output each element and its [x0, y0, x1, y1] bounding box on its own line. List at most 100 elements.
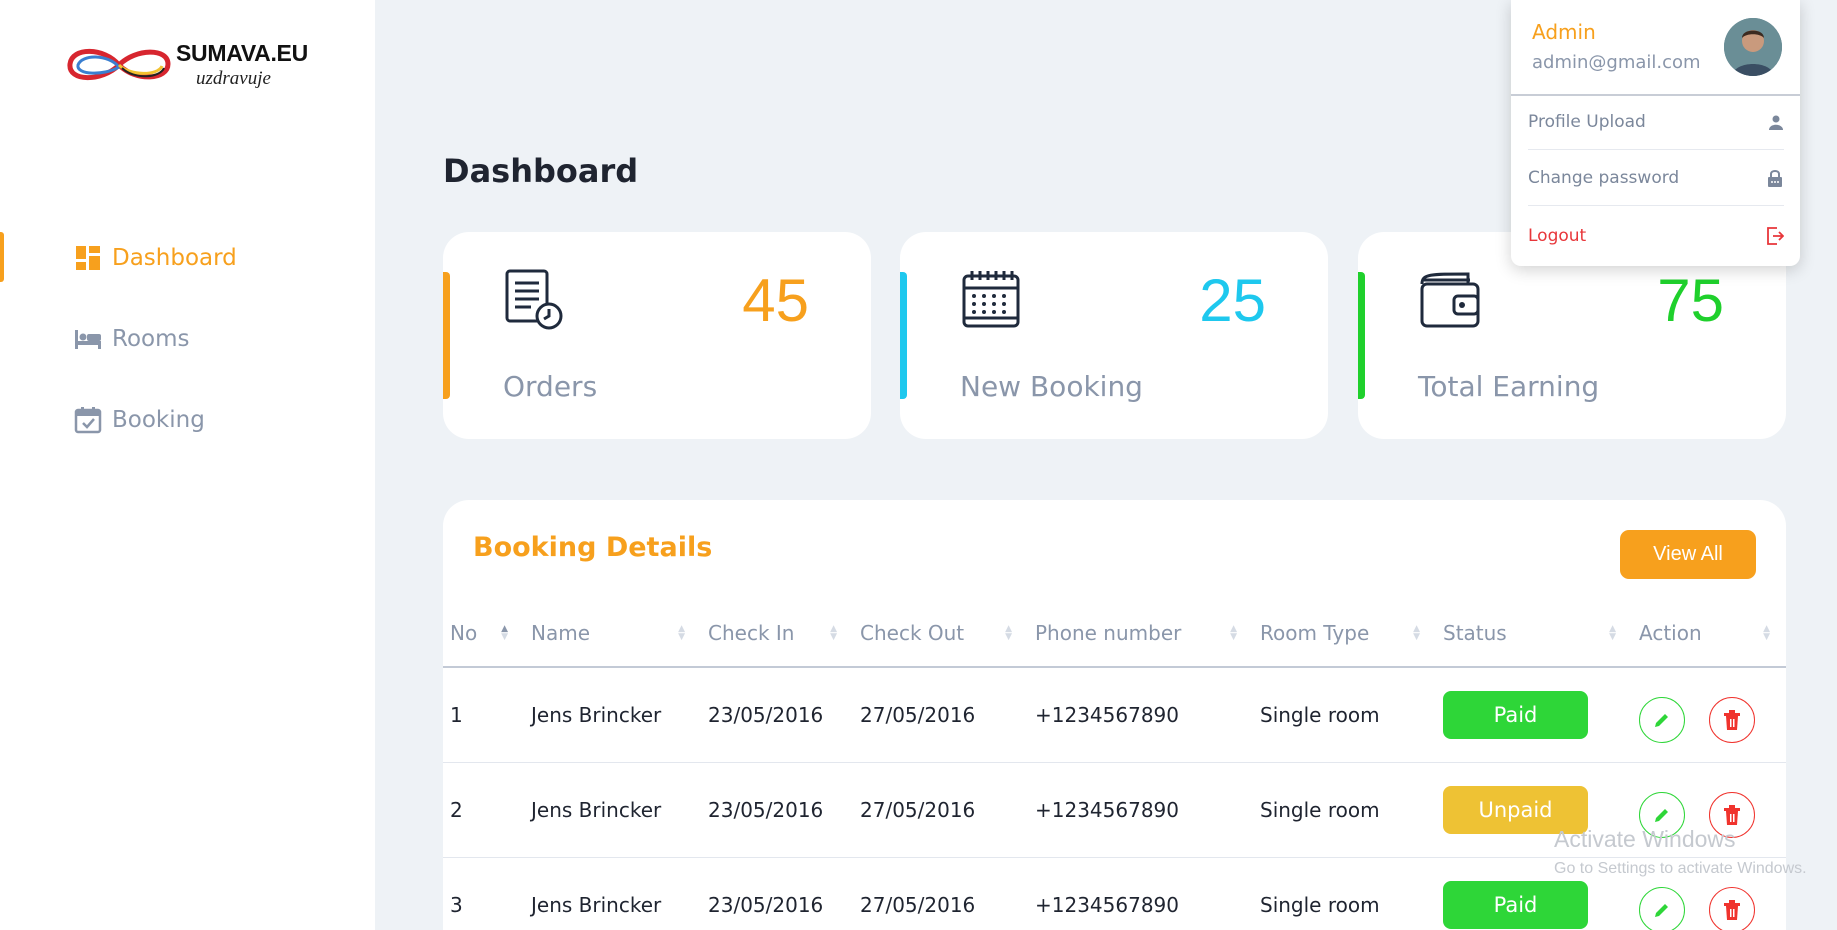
- column-header-check-out[interactable]: Check Out ▲ ▼: [853, 600, 1028, 668]
- cell-room-type: Single room: [1253, 667, 1436, 763]
- sort-icon: ▲ ▼: [501, 624, 508, 642]
- cell-check-in: 23/05/2016: [701, 667, 853, 763]
- user-email: admin@gmail.com: [1532, 52, 1701, 73]
- menu-item-label: Profile Upload: [1528, 111, 1646, 132]
- menu-item-profile-upload[interactable]: Profile Upload: [1528, 94, 1784, 150]
- calendar-icon: [960, 268, 1024, 332]
- stat-card-orders: 45 Orders: [443, 232, 871, 439]
- card-accent-bar: [900, 272, 907, 399]
- cell-room-type: Single room: [1253, 857, 1436, 930]
- windows-activation-watermark: Activate Windows: [1554, 826, 1736, 852]
- brand-name: SUMAVA.EU: [176, 40, 308, 66]
- sort-icon: ▲ ▼: [1005, 624, 1012, 642]
- sidebar-nav: Dashboard Rooms Booking: [0, 230, 375, 473]
- card-accent-bar: [443, 272, 450, 399]
- sidebar-item-label: Booking: [112, 407, 205, 433]
- brand-tagline: uzdravuje: [196, 68, 271, 89]
- sidebar-item-rooms[interactable]: Rooms: [0, 311, 375, 367]
- sort-icon: ▲ ▼: [1609, 624, 1616, 642]
- sort-icon: ▲ ▼: [1413, 624, 1420, 642]
- table-row: 1 Jens Brincker 23/05/2016 27/05/2016 +1…: [443, 667, 1786, 763]
- edit-button[interactable]: [1639, 886, 1685, 930]
- user-name: Admin: [1532, 20, 1596, 44]
- cell-name: Jens Brincker: [524, 762, 701, 858]
- column-header-status[interactable]: Status ▲ ▼: [1436, 600, 1632, 668]
- sidebar-item-label: Rooms: [112, 326, 190, 352]
- cell-check-in: 23/05/2016: [701, 762, 853, 858]
- delete-button[interactable]: [1709, 886, 1755, 930]
- card-value: 25: [1199, 267, 1266, 334]
- logout-icon: [1767, 227, 1784, 245]
- column-header-room-type[interactable]: Room Type ▲ ▼: [1253, 600, 1436, 668]
- sort-icon: ▲ ▼: [678, 624, 685, 642]
- sort-icon: ▲ ▼: [1230, 624, 1237, 642]
- delete-button[interactable]: [1709, 696, 1755, 743]
- status-badge: Paid: [1443, 880, 1588, 929]
- stat-card-new-booking: 25 New Booking: [900, 232, 1328, 439]
- document-clock-icon: [503, 268, 567, 332]
- cell-check-out: 27/05/2016: [853, 667, 1028, 763]
- card-label: New Booking: [960, 370, 1143, 403]
- dashboard-icon: [74, 244, 102, 272]
- pencil-icon: [1655, 808, 1668, 822]
- menu-item-label: Logout: [1528, 226, 1587, 246]
- page-title: Dashboard: [443, 152, 639, 190]
- cell-action: [1632, 667, 1786, 763]
- column-label: Status: [1443, 621, 1507, 645]
- user-dropdown-menu: Admin admin@gmail.com Profile Upload Cha…: [1511, 0, 1800, 266]
- sidebar-item-dashboard[interactable]: Dashboard: [0, 230, 375, 286]
- cell-name: Jens Brincker: [524, 857, 701, 930]
- table-header-row: No ▲ ▼ Name ▲ ▼ Check In ▲ ▼ Check Out ▲ ▼ Phone…: [443, 600, 1786, 668]
- pencil-icon: [1655, 713, 1668, 727]
- user-icon: [1769, 115, 1783, 130]
- trash-icon: [1724, 804, 1740, 825]
- sort-icon: ▲ ▼: [1763, 624, 1770, 642]
- column-header-action[interactable]: Action ▲ ▼: [1632, 600, 1786, 668]
- cell-phone: +1234567890: [1028, 667, 1253, 763]
- trash-icon: [1724, 899, 1740, 920]
- status-badge: Paid: [1443, 690, 1588, 739]
- pencil-icon: [1655, 903, 1668, 917]
- cell-room-type: Single room: [1253, 762, 1436, 858]
- infinity-logo-icon: [67, 48, 171, 81]
- column-label: No: [450, 621, 478, 645]
- column-header-name[interactable]: Name ▲ ▼: [524, 600, 701, 668]
- bed-icon: [74, 325, 102, 353]
- brand-logo[interactable]: SUMAVA.EU uzdravuje: [64, 38, 324, 98]
- cell-name: Jens Brincker: [524, 667, 701, 763]
- column-header-no[interactable]: No ▲ ▼: [443, 600, 524, 668]
- sidebar: SUMAVA.EU uzdravuje Dashboard Rooms Book…: [0, 0, 375, 930]
- sidebar-item-label: Dashboard: [112, 245, 237, 271]
- column-header-check-in[interactable]: Check In ▲ ▼: [701, 600, 853, 668]
- card-value: 45: [742, 267, 809, 334]
- menu-item-label: Change password: [1528, 167, 1680, 188]
- column-header-phone[interactable]: Phone number ▲ ▼: [1028, 600, 1253, 668]
- cell-phone: +1234567890: [1028, 762, 1253, 858]
- card-accent-bar: [1358, 272, 1365, 399]
- cell-no: 2: [443, 762, 524, 858]
- view-all-button[interactable]: View All: [1620, 530, 1756, 579]
- cell-check-out: 27/05/2016: [853, 857, 1028, 930]
- sidebar-item-booking[interactable]: Booking: [0, 392, 375, 448]
- cell-check-out: 27/05/2016: [853, 762, 1028, 858]
- cell-no: 3: [443, 857, 524, 930]
- wallet-icon: [1418, 268, 1482, 332]
- cell-phone: +1234567890: [1028, 857, 1253, 930]
- column-label: Action: [1639, 621, 1702, 645]
- edit-button[interactable]: [1639, 696, 1685, 743]
- booking-table: No ▲ ▼ Name ▲ ▼ Check In ▲ ▼ Check Out ▲ ▼ Phone…: [443, 600, 1786, 930]
- column-label: Phone number: [1035, 621, 1182, 645]
- card-value: 75: [1657, 267, 1724, 334]
- row-actions: [1639, 877, 1786, 930]
- panel-title: Booking Details: [473, 532, 713, 563]
- lock-icon: [1768, 169, 1782, 187]
- avatar[interactable]: [1724, 18, 1782, 76]
- windows-activation-hint: Go to Settings to activate Windows.: [1554, 860, 1807, 877]
- card-label: Total Earning: [1418, 370, 1600, 403]
- menu-item-change-password[interactable]: Change password: [1528, 150, 1784, 206]
- menu-item-logout[interactable]: Logout: [1528, 208, 1784, 264]
- trash-icon: [1724, 709, 1740, 730]
- card-label: Orders: [503, 370, 598, 403]
- column-label: Check Out: [860, 621, 965, 645]
- cell-check-in: 23/05/2016: [701, 857, 853, 930]
